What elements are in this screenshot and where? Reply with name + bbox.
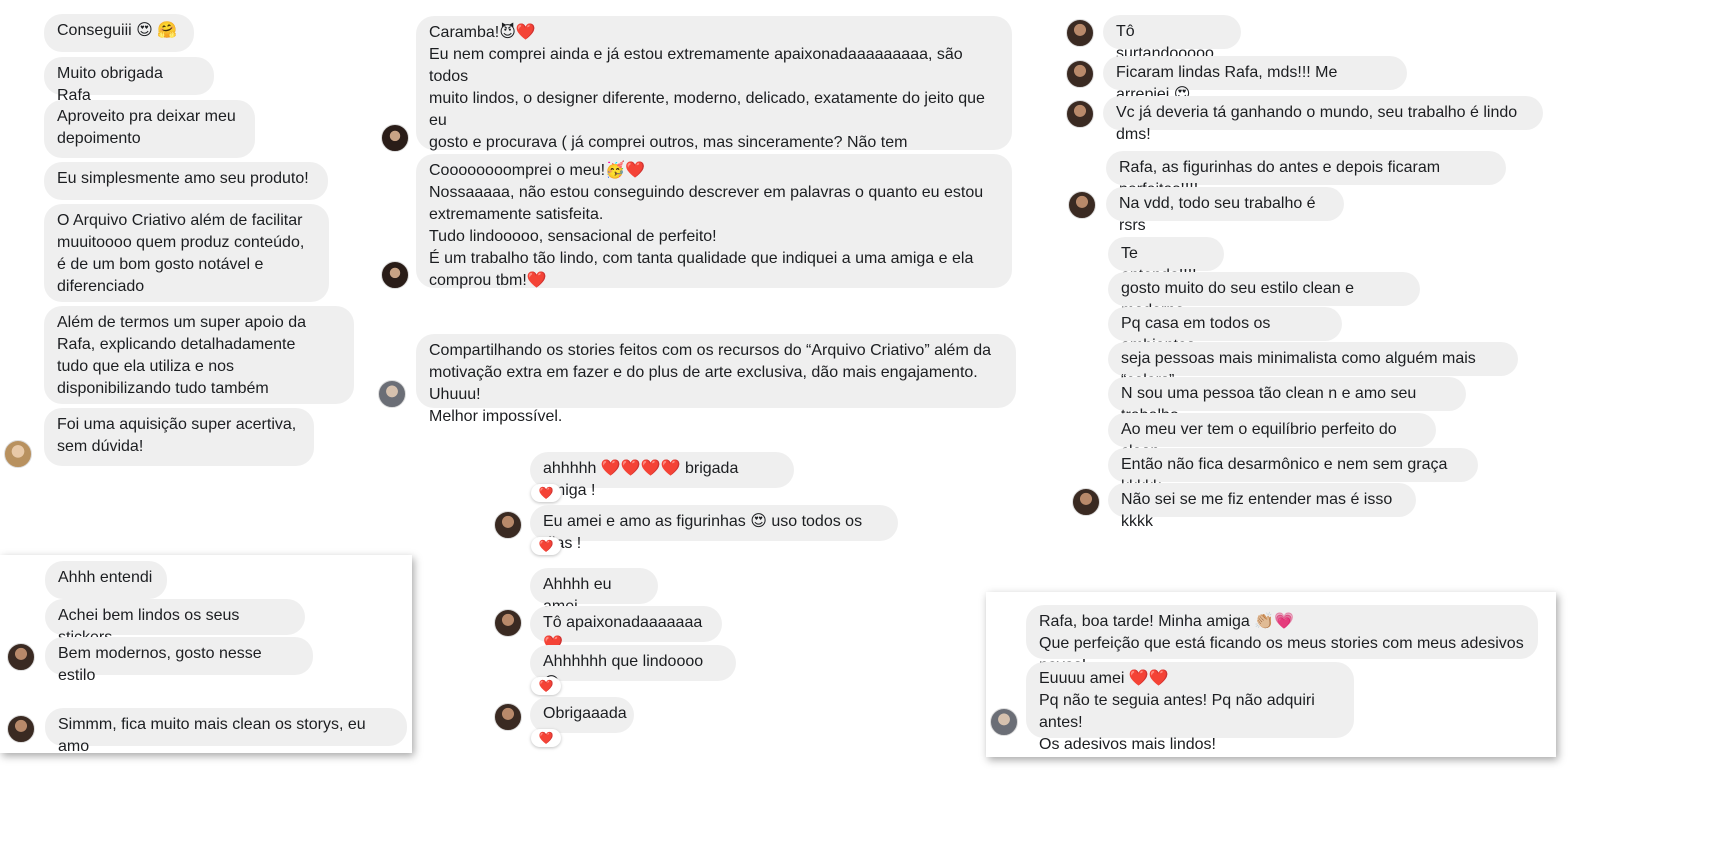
sender-avatar bbox=[494, 703, 522, 731]
chat-panel-left-bottom: Ahhh entendi Achei bem lindos os seus st… bbox=[0, 555, 412, 755]
message-bubble: Obrigaaada bbox=[530, 697, 634, 733]
message-bubble: Simmm, fica muito mais clean os storys, … bbox=[45, 708, 407, 755]
message-bubble: Eu amei e amo as figurinhas 😍 uso todos … bbox=[530, 505, 898, 552]
message-bubble: Te entendo!!!! bbox=[1108, 237, 1224, 284]
heart-reaction-icon[interactable]: ❤️ bbox=[531, 729, 561, 747]
heart-reaction-icon[interactable]: ❤️ bbox=[531, 537, 561, 555]
sender-avatar bbox=[7, 643, 35, 671]
message-bubble: Ahhhh eu amei bbox=[530, 568, 658, 615]
message-bubble: Achei bem lindos os seus stickers bbox=[45, 599, 305, 646]
message-bubble: Ahhh entendi bbox=[45, 561, 167, 599]
sender-avatar bbox=[4, 440, 32, 468]
message-bubble: Compartilhando os stories feitos com os … bbox=[416, 334, 1016, 425]
message-bubble: Ficaram lindas Rafa, mds!!! Me arrepiei … bbox=[1103, 56, 1407, 103]
sender-avatar bbox=[990, 708, 1018, 736]
message-bubble: Pq casa em todos os ambientes bbox=[1108, 307, 1342, 354]
sender-avatar bbox=[1072, 488, 1100, 516]
message-bubble: Ao meu ver tem o equilíbrio perfeito do … bbox=[1108, 413, 1436, 460]
message-bubble: Além de termos um super apoio da Rafa, e… bbox=[44, 306, 354, 404]
message-bubble: Tô surtandooooo bbox=[1103, 15, 1241, 62]
sender-avatar bbox=[378, 380, 406, 408]
sender-avatar bbox=[1066, 100, 1094, 128]
sender-avatar bbox=[1066, 60, 1094, 88]
message-bubble: Eu simplesmente amo seu produto! bbox=[44, 162, 328, 200]
message-bubble: Rafa, boa tarde! Minha amiga 👏🏼💗 Que per… bbox=[1026, 605, 1538, 674]
message-bubble: O Arquivo Criativo além de facilitar muu… bbox=[44, 204, 329, 302]
message-bubble: Então não fica desarmônico e nem sem gra… bbox=[1108, 448, 1478, 495]
message-bubble: Caramba!😈❤️ Eu nem comprei ainda e já es… bbox=[416, 16, 1012, 239]
sender-avatar bbox=[381, 261, 409, 289]
chat-panel-right-bottom: Rafa, boa tarde! Minha amiga 👏🏼💗 Que per… bbox=[986, 592, 1556, 757]
sender-avatar bbox=[494, 511, 522, 539]
sender-avatar bbox=[381, 124, 409, 152]
sender-avatar bbox=[494, 609, 522, 637]
message-bubble: Coooooooomprei o meu!🥳❤️ Nossaaaaa, não … bbox=[416, 154, 1012, 289]
message-bubble: Muito obrigada Rafa bbox=[44, 57, 214, 104]
message-bubble: ahhhhh ❤️❤️❤️❤️ brigada amiga ! bbox=[530, 452, 794, 499]
message-bubble: Euuuu amei ❤️❤️ Pq não te seguia antes! … bbox=[1026, 662, 1354, 753]
message-bubble: Aproveito pra deixar meu depoimento bbox=[44, 100, 255, 158]
message-bubble: Bem modernos, gosto nesse estilo bbox=[45, 637, 313, 684]
message-bubble: Tô apaixonadaaaaaaa ❤️ bbox=[530, 606, 722, 653]
message-bubble: Foi uma aquisição super acertiva, sem dú… bbox=[44, 408, 314, 466]
message-bubble: Ahhhhhh que lindoooo 😍 bbox=[530, 645, 736, 692]
sender-avatar bbox=[7, 715, 35, 743]
sender-avatar bbox=[1068, 191, 1096, 219]
message-bubble: N sou uma pessoa tão clean n e amo seu t… bbox=[1108, 377, 1466, 424]
message-bubble: Na vdd, todo seu trabalho é rsrs bbox=[1106, 187, 1344, 234]
message-bubble: Rafa, as figurinhas do antes e depois fi… bbox=[1106, 151, 1506, 198]
sender-avatar bbox=[1066, 19, 1094, 47]
message-bubble: seja pessoas mais minimalista como algué… bbox=[1108, 342, 1518, 389]
message-bubble: Não sei se me fiz entender mas é isso kk… bbox=[1108, 483, 1416, 530]
message-bubble: Vc já deveria tá ganhando o mundo, seu t… bbox=[1103, 96, 1543, 143]
heart-reaction-icon[interactable]: ❤️ bbox=[531, 484, 561, 502]
message-bubble: Conseguiii 😍 🤗 bbox=[44, 14, 194, 52]
message-bubble: gosto muito do seu estilo clean e modern… bbox=[1108, 272, 1420, 319]
heart-reaction-icon[interactable]: ❤️ bbox=[531, 677, 561, 695]
